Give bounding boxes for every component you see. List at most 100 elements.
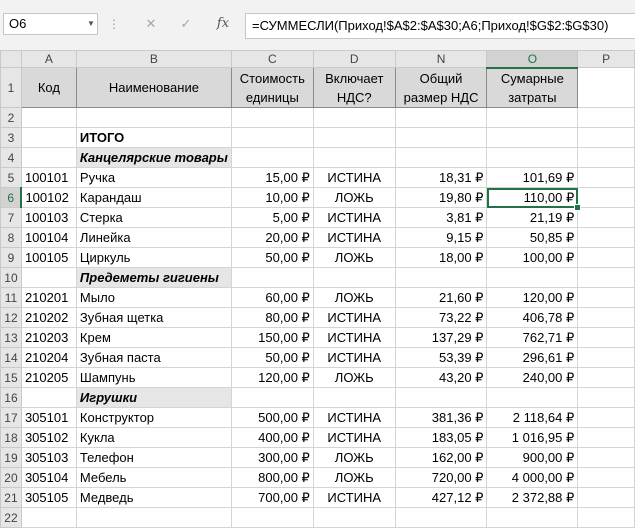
- total-cost-cell[interactable]: 4 000,00 ₽: [486, 467, 579, 488]
- code-cell[interactable]: 210201: [20, 287, 77, 308]
- vat-total-cell[interactable]: 183,05 ₽: [394, 427, 488, 448]
- code-cell[interactable]: 305103: [20, 447, 77, 468]
- total-cost-cell[interactable]: 406,78 ₽: [486, 307, 579, 328]
- row-header-9[interactable]: 9: [0, 247, 22, 268]
- vat-total-cell[interactable]: 9,15 ₽: [394, 227, 488, 248]
- vat-included-cell[interactable]: ЛОЖЬ: [312, 467, 396, 488]
- empty-cell[interactable]: [577, 447, 635, 468]
- row-header-11[interactable]: 11: [0, 287, 22, 308]
- code-cell[interactable]: 210202: [20, 307, 77, 328]
- code-cell[interactable]: 100102: [20, 187, 77, 208]
- cost-cell[interactable]: 80,00 ₽: [230, 307, 314, 328]
- code-cell[interactable]: 210203: [20, 327, 77, 348]
- empty-cell[interactable]: [394, 267, 488, 288]
- row-header-22[interactable]: 22: [0, 507, 22, 528]
- empty-cell[interactable]: [577, 227, 635, 248]
- cost-cell[interactable]: 10,00 ₽: [230, 187, 314, 208]
- name-cell[interactable]: Шампунь: [75, 367, 232, 388]
- total-cost-cell[interactable]: 50,85 ₽: [486, 227, 579, 248]
- code-cell[interactable]: 100101: [20, 167, 77, 188]
- row-header-1[interactable]: 1: [0, 67, 22, 108]
- empty-cell[interactable]: [577, 167, 635, 188]
- row-header-15[interactable]: 15: [0, 367, 22, 388]
- column-header-d[interactable]: D: [312, 50, 396, 68]
- vat-included-cell[interactable]: ЛОЖЬ: [312, 367, 396, 388]
- row-header-8[interactable]: 8: [0, 227, 22, 248]
- cost-cell[interactable]: 150,00 ₽: [230, 327, 314, 348]
- column-header-b[interactable]: B: [75, 50, 232, 68]
- empty-cell[interactable]: [486, 267, 579, 288]
- name-cell[interactable]: Линейка: [75, 227, 232, 248]
- cell-p1[interactable]: [577, 67, 635, 108]
- empty-cell[interactable]: [312, 147, 396, 168]
- empty-cell[interactable]: [20, 127, 77, 148]
- empty-cell[interactable]: [394, 507, 488, 528]
- empty-cell[interactable]: [577, 467, 635, 488]
- code-cell[interactable]: 210205: [20, 367, 77, 388]
- code-cell[interactable]: 100104: [20, 227, 77, 248]
- summary-label[interactable]: ИТОГО: [75, 127, 232, 148]
- vat-included-cell[interactable]: ИСТИНА: [312, 307, 396, 328]
- vat-included-cell[interactable]: ИСТИНА: [312, 207, 396, 228]
- cost-cell[interactable]: 120,00 ₽: [230, 367, 314, 388]
- empty-cell[interactable]: [486, 127, 579, 148]
- empty-cell[interactable]: [230, 107, 314, 128]
- empty-cell[interactable]: [312, 507, 396, 528]
- vat-total-cell[interactable]: 381,36 ₽: [394, 407, 488, 428]
- row-header-17[interactable]: 17: [0, 407, 22, 428]
- empty-cell[interactable]: [577, 327, 635, 348]
- total-cost-cell[interactable]: 120,00 ₽: [486, 287, 579, 308]
- header-code[interactable]: Код: [20, 67, 77, 108]
- row-header-3[interactable]: 3: [0, 127, 22, 148]
- total-cost-cell[interactable]: 296,61 ₽: [486, 347, 579, 368]
- vat-total-cell[interactable]: 162,00 ₽: [394, 447, 488, 468]
- vat-included-cell[interactable]: ЛОЖЬ: [312, 247, 396, 268]
- empty-cell[interactable]: [486, 107, 579, 128]
- column-header-a[interactable]: A: [20, 50, 77, 68]
- vat-included-cell[interactable]: ЛОЖЬ: [312, 187, 396, 208]
- code-cell[interactable]: 100103: [20, 207, 77, 228]
- vat-included-cell[interactable]: ИСТИНА: [312, 347, 396, 368]
- column-header-c[interactable]: C: [230, 50, 314, 68]
- vat-included-cell[interactable]: ЛОЖЬ: [312, 287, 396, 308]
- empty-cell[interactable]: [394, 147, 488, 168]
- cost-cell[interactable]: 60,00 ₽: [230, 287, 314, 308]
- empty-cell[interactable]: [577, 187, 635, 208]
- row-header-16[interactable]: 16: [0, 387, 22, 408]
- empty-cell[interactable]: [230, 127, 314, 148]
- header-name[interactable]: Наименование: [75, 67, 232, 108]
- vat-total-cell[interactable]: 73,22 ₽: [394, 307, 488, 328]
- vat-included-cell[interactable]: ИСТИНА: [312, 167, 396, 188]
- code-cell[interactable]: 305105: [20, 487, 77, 508]
- empty-cell[interactable]: [486, 387, 579, 408]
- empty-cell[interactable]: [312, 127, 396, 148]
- row-header-19[interactable]: 19: [0, 447, 22, 468]
- column-header-n[interactable]: N: [394, 50, 488, 68]
- row-header-6[interactable]: 6: [0, 187, 23, 208]
- code-cell[interactable]: 305102: [20, 427, 77, 448]
- vat-total-cell[interactable]: 18,00 ₽: [394, 247, 488, 268]
- cost-cell[interactable]: 400,00 ₽: [230, 427, 314, 448]
- empty-cell[interactable]: [75, 507, 232, 528]
- empty-cell[interactable]: [230, 267, 314, 288]
- name-cell[interactable]: Конструктор: [75, 407, 232, 428]
- cost-cell[interactable]: 20,00 ₽: [230, 227, 314, 248]
- code-cell[interactable]: 210204: [20, 347, 77, 368]
- vat-total-cell[interactable]: 21,60 ₽: [394, 287, 488, 308]
- cost-cell[interactable]: 50,00 ₽: [230, 247, 314, 268]
- vat-included-cell[interactable]: ИСТИНА: [312, 487, 396, 508]
- empty-cell[interactable]: [394, 107, 488, 128]
- cancel-icon[interactable]: ✕: [136, 13, 166, 35]
- name-box[interactable]: O6: [3, 13, 98, 35]
- empty-cell[interactable]: [577, 267, 635, 288]
- vat-total-cell[interactable]: 18,31 ₽: [394, 167, 488, 188]
- empty-cell[interactable]: [577, 487, 635, 508]
- row-header-14[interactable]: 14: [0, 347, 22, 368]
- empty-cell[interactable]: [577, 347, 635, 368]
- column-header-p[interactable]: P: [577, 50, 635, 68]
- total-cost-cell[interactable]: 900,00 ₽: [486, 447, 579, 468]
- empty-cell[interactable]: [486, 507, 579, 528]
- vat-total-cell[interactable]: 427,12 ₽: [394, 487, 488, 508]
- total-cost-cell[interactable]: 2 372,88 ₽: [486, 487, 579, 508]
- name-cell[interactable]: Зубная щетка: [75, 307, 232, 328]
